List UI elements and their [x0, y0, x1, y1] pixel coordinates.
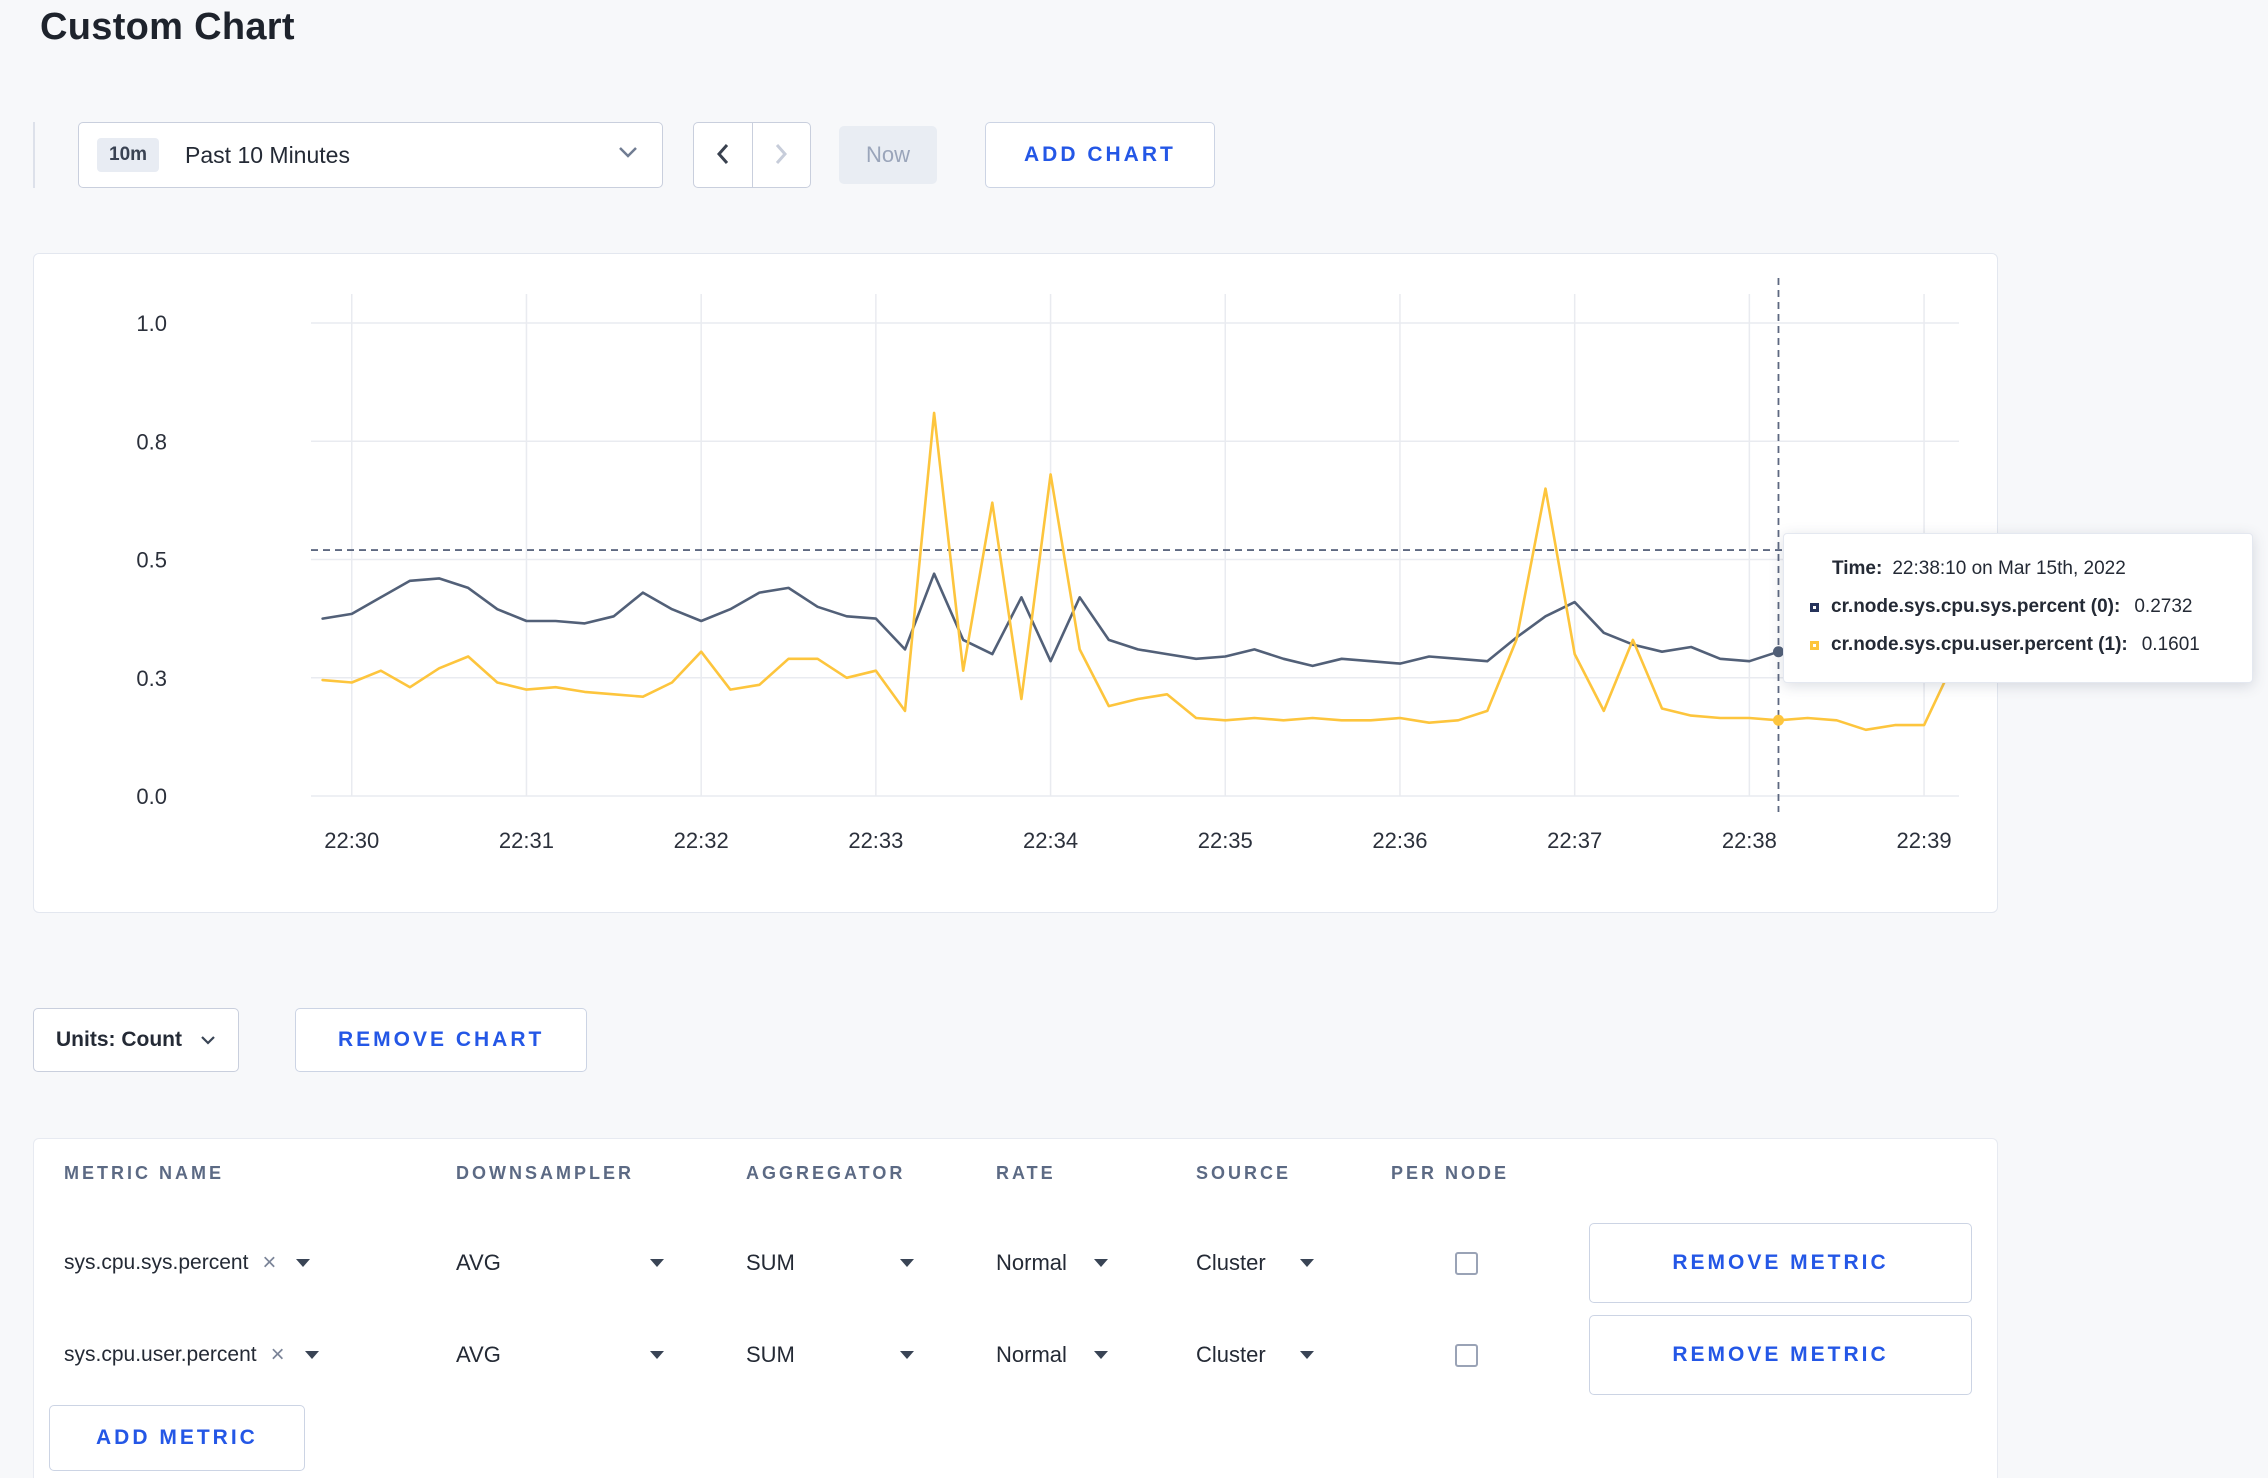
toolbar-divider	[33, 122, 35, 188]
time-range-dropdown[interactable]: 10m Past 10 Minutes	[78, 122, 663, 188]
downsampler-value: AVG	[456, 1250, 501, 1275]
svg-text:0.3: 0.3	[136, 666, 167, 691]
tooltip-row: cr.node.sys.cpu.user.percent (1): 0.1601	[1810, 634, 2226, 656]
metric-row: sys.cpu.user.percent × AVG SUM Normal Cl…	[64, 1309, 1997, 1401]
caret-down-icon	[304, 1351, 319, 1359]
per-node-checkbox[interactable]	[1455, 1251, 1478, 1275]
caret-down-icon	[296, 1259, 311, 1267]
rate-value: Normal	[996, 1342, 1067, 1367]
downsampler-select[interactable]: AVG	[456, 1250, 664, 1276]
col-header-per-node: PER NODE	[1391, 1163, 1510, 1183]
chevron-down-icon	[200, 1028, 216, 1052]
sys-series-color-swatch-icon	[1810, 602, 1819, 612]
now-button[interactable]: Now	[839, 126, 937, 184]
units-dropdown[interactable]: Units: Count	[33, 1008, 239, 1072]
caret-down-icon	[650, 1351, 664, 1359]
svg-text:1.0: 1.0	[136, 311, 167, 336]
chart-card: 22:30 22:31 22:32 22:33 22:34 22:35 22:36 22:37…	[33, 253, 1998, 913]
col-header-rate: RATE	[996, 1163, 1056, 1183]
svg-text:22:33: 22:33	[848, 828, 903, 853]
tooltip-time-label: Time:	[1832, 558, 1883, 579]
time-range-badge: 10m	[97, 138, 160, 172]
chart-controls: Units: Count REMOVE CHART	[33, 1008, 833, 1072]
svg-text:0.0: 0.0	[136, 784, 167, 809]
tooltip-time-value: 22:38:10 on Mar 15th, 2022	[1892, 558, 2126, 579]
remove-chart-button[interactable]: REMOVE CHART	[295, 1008, 588, 1072]
time-pager	[693, 122, 811, 188]
downsampler-select[interactable]: AVG	[456, 1342, 664, 1368]
caret-down-icon	[1094, 1259, 1108, 1267]
clear-metric-icon[interactable]: ×	[262, 1251, 276, 1275]
remove-metric-button[interactable]: REMOVE METRIC	[1589, 1223, 1972, 1303]
add-metric-button[interactable]: ADD METRIC	[49, 1405, 305, 1471]
svg-text:22:31: 22:31	[499, 828, 554, 853]
caret-down-icon	[900, 1259, 914, 1267]
page-title: Custom Chart	[40, 6, 295, 48]
rate-select[interactable]: Normal	[996, 1342, 1108, 1368]
user-series-color-swatch-icon	[1810, 640, 1819, 650]
svg-text:0.5: 0.5	[136, 548, 167, 573]
tooltip-series-value: 0.2732	[2134, 596, 2193, 617]
svg-text:22:36: 22:36	[1372, 828, 1427, 853]
toolbar: 10m Past 10 Minutes Now ADD CHART	[33, 122, 2233, 188]
per-node-checkbox[interactable]	[1455, 1343, 1478, 1367]
chevron-down-icon	[618, 146, 638, 164]
col-header-aggregator: AGGREGATOR	[746, 1163, 906, 1183]
tooltip-time: Time: 22:38:10 on Mar 15th, 2022	[1810, 558, 2226, 580]
clear-metric-icon[interactable]: ×	[271, 1343, 285, 1367]
col-header-metric-name: METRIC NAME	[64, 1163, 224, 1183]
time-range-label: Past 10 Minutes	[185, 141, 350, 168]
tooltip-row: cr.node.sys.cpu.sys.percent (0): 0.2732	[1810, 596, 2226, 618]
units-label: Units: Count	[56, 1028, 182, 1051]
aggregator-select[interactable]: SUM	[746, 1250, 914, 1276]
svg-text:22:39: 22:39	[1897, 828, 1952, 853]
svg-text:22:38: 22:38	[1722, 828, 1777, 853]
aggregator-select[interactable]: SUM	[746, 1342, 914, 1368]
col-header-downsampler: DOWNSAMPLER	[456, 1163, 634, 1183]
aggregator-value: SUM	[746, 1250, 795, 1275]
aggregator-value: SUM	[746, 1342, 795, 1367]
remove-metric-button[interactable]: REMOVE METRIC	[1589, 1315, 1972, 1395]
source-select[interactable]: Cluster	[1196, 1342, 1314, 1368]
add-chart-button[interactable]: ADD CHART	[985, 122, 1215, 188]
next-time-button[interactable]	[751, 123, 811, 187]
chart-section: 22:30 22:31 22:32 22:33 22:34 22:35 22:36 22:37…	[33, 253, 2253, 913]
col-header-source: SOURCE	[1196, 1163, 1292, 1183]
metric-name-select[interactable]: sys.cpu.sys.percent ×	[64, 1251, 456, 1275]
svg-text:0.8: 0.8	[136, 429, 167, 454]
svg-text:22:34: 22:34	[1023, 828, 1078, 853]
metrics-table: METRIC NAME DOWNSAMPLER AGGREGATOR RATE …	[33, 1138, 1998, 1478]
rate-value: Normal	[996, 1250, 1067, 1275]
metric-name-value: sys.cpu.sys.percent	[64, 1251, 249, 1274]
prev-time-button[interactable]	[694, 123, 752, 187]
tooltip-series-value: 0.1601	[2141, 634, 2200, 655]
caret-down-icon	[1300, 1259, 1314, 1267]
source-value: Cluster	[1196, 1342, 1266, 1367]
metric-name-select[interactable]: sys.cpu.user.percent ×	[64, 1343, 456, 1367]
chart-tooltip: Time: 22:38:10 on Mar 15th, 2022 cr.node.…	[1783, 533, 2253, 683]
custom-chart-page: Custom Chart 10m Past 10 Minutes Now ADD…	[0, 0, 2268, 1478]
tooltip-series-name: cr.node.sys.cpu.sys.percent (0):	[1831, 596, 2121, 617]
caret-down-icon	[900, 1351, 914, 1359]
svg-text:22:35: 22:35	[1198, 828, 1253, 853]
source-select[interactable]: Cluster	[1196, 1250, 1314, 1276]
caret-down-icon	[1300, 1351, 1314, 1359]
caret-down-icon	[1094, 1351, 1108, 1359]
svg-text:22:30: 22:30	[324, 828, 379, 853]
metric-name-value: sys.cpu.user.percent	[64, 1343, 257, 1366]
metrics-table-header: METRIC NAME DOWNSAMPLER AGGREGATOR RATE …	[64, 1163, 1997, 1217]
rate-select[interactable]: Normal	[996, 1250, 1108, 1276]
source-value: Cluster	[1196, 1250, 1266, 1275]
chevron-left-icon	[714, 140, 732, 171]
downsampler-value: AVG	[456, 1342, 501, 1367]
line-chart[interactable]: 22:30 22:31 22:32 22:33 22:34 22:35 22:36 22:37…	[34, 254, 1999, 914]
chevron-right-icon	[772, 140, 790, 171]
metric-row: sys.cpu.sys.percent × AVG SUM Normal Clu…	[64, 1217, 1997, 1309]
tooltip-series-name: cr.node.sys.cpu.user.percent (1):	[1831, 634, 2128, 655]
svg-text:22:32: 22:32	[674, 828, 729, 853]
svg-text:22:37: 22:37	[1547, 828, 1602, 853]
caret-down-icon	[650, 1259, 664, 1267]
